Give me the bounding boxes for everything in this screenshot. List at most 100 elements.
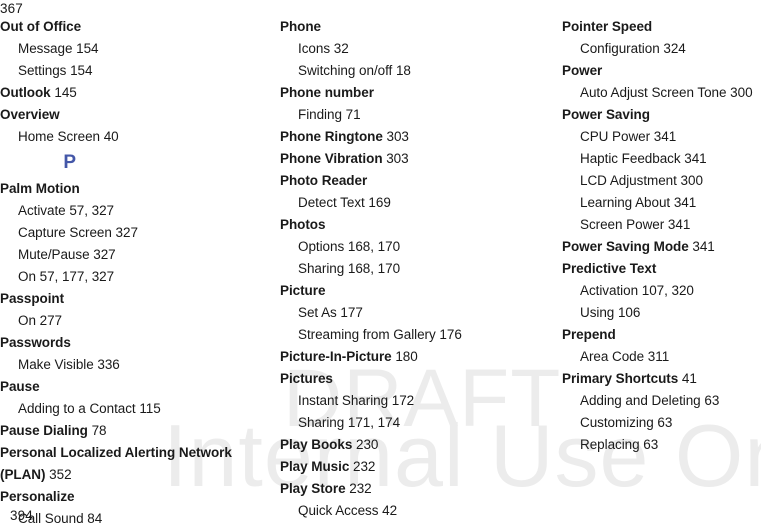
index-entry-main[interactable]: Primary Shortcuts 41: [562, 368, 761, 390]
index-entry-sub[interactable]: Call Sound 84: [0, 508, 252, 530]
index-entry-label: Out of Office: [0, 19, 82, 34]
index-entry-label: Personal Localized Alerting Network: [0, 445, 232, 460]
index-entry-main[interactable]: Phone: [280, 16, 532, 38]
index-entry-main[interactable]: Pointer Speed: [562, 16, 761, 38]
index-entry-main[interactable]: Prepend: [562, 324, 761, 346]
index-entry-sub[interactable]: Activation 107, 320: [562, 280, 761, 302]
index-entry-page-numbers: 168, 170: [344, 261, 401, 276]
index-entry-main[interactable]: Pictures: [280, 368, 532, 390]
index-entry-sub[interactable]: Detect Text 169: [280, 192, 532, 214]
index-entry-label: Power Saving Mode: [562, 239, 689, 254]
index-entry-main[interactable]: Predictive Text: [562, 258, 761, 280]
index-entry-sub[interactable]: Capture Screen 327: [0, 222, 252, 244]
index-entry-sub[interactable]: Message 154: [0, 38, 252, 60]
index-entry-sub[interactable]: Adding to a Contact 115: [0, 398, 252, 420]
index-entry-sub[interactable]: Make Visible 336: [0, 354, 252, 376]
index-entry-sub[interactable]: Screen Power 341: [562, 214, 761, 236]
index-entry-sub[interactable]: On 57, 177, 327: [0, 266, 252, 288]
index-entry-label: Play Store: [280, 481, 346, 496]
index-entry-sub[interactable]: Streaming from Gallery 176: [280, 324, 532, 346]
index-entry-sub[interactable]: LCD Adjustment 300: [562, 170, 761, 192]
index-entry-label: Phone: [280, 19, 322, 34]
index-entry-main[interactable]: Picture-In-Picture 180: [280, 346, 532, 368]
index-entry-sub[interactable]: Replacing 63: [562, 434, 761, 456]
index-entry-sub[interactable]: Area Code 311: [562, 346, 761, 368]
index-entry-label: Capture Screen: [18, 225, 112, 240]
index-entry-sub[interactable]: Options 168, 170: [280, 236, 532, 258]
index-entry-sub[interactable]: Adding and Deleting 63: [562, 390, 761, 412]
index-entry-main[interactable]: Personalize: [0, 486, 252, 508]
index-entry-page-numbers: 232: [349, 459, 376, 474]
index-entry-sub[interactable]: Instant Sharing 172: [280, 390, 532, 412]
index-entry-main[interactable]: Play Books 230: [280, 434, 532, 456]
index-entry-main[interactable]: Overview: [0, 104, 252, 126]
index-entry-sub[interactable]: Sharing 168, 170: [280, 258, 532, 280]
index-entry-page-numbers: 171, 174: [344, 415, 401, 430]
index-column-1: Out of Office Message 154 Settings 154 Outl…: [0, 16, 252, 530]
index-entry-sub[interactable]: Using 106: [562, 302, 761, 324]
index-column-2: Phone Icons 32 Switching on/off 18 Phone nu…: [280, 16, 532, 522]
index-entry-sub[interactable]: Settings 154: [0, 60, 252, 82]
index-entry-main[interactable]: Photo Reader: [280, 170, 532, 192]
index-entry-label: Adding to a Contact: [18, 401, 136, 416]
index-entry-main[interactable]: Out of Office: [0, 16, 252, 38]
index-entry-sub[interactable]: CPU Power 341: [562, 126, 761, 148]
index-entry-page-numbers: 277: [35, 313, 62, 328]
index-entry-sub[interactable]: On 277: [0, 310, 252, 332]
index-entry-page-numbers: 32: [330, 41, 349, 56]
index-entry-page-numbers: 324: [659, 41, 686, 56]
index-entry-label: Photo Reader: [280, 173, 368, 188]
index-entry-page-numbers: 303: [382, 151, 409, 166]
index-entry-main[interactable]: Personal Localized Alerting Network: [0, 442, 252, 464]
index-entry-sub[interactable]: Sharing 171, 174: [280, 412, 532, 434]
index-entry-sub[interactable]: Icons 32: [280, 38, 532, 60]
index-entry-sub[interactable]: Switching on/off 18: [280, 60, 532, 82]
index-entry-sub[interactable]: Set As 177: [280, 302, 532, 324]
index-column-3: Pointer Speed Configuration 324 Power Auto …: [562, 16, 761, 456]
index-entry-label: Finding: [298, 107, 342, 122]
index-entry-sub[interactable]: Finding 71: [280, 104, 532, 126]
index-entry-main[interactable]: Phone Ringtone 303: [280, 126, 532, 148]
index-entry-sub[interactable]: Configuration 324: [562, 38, 761, 60]
index-entry-main[interactable]: Passwords: [0, 332, 252, 354]
index-entry-main[interactable]: Pause Dialing 78: [0, 420, 252, 442]
index-entry-label: Set As: [298, 305, 337, 320]
index-entry-label: Learning About: [580, 195, 671, 210]
index-entry-label: CPU Power: [580, 129, 651, 144]
index-entry-label: Haptic Feedback: [580, 151, 681, 166]
index-entry-label: On: [18, 269, 36, 284]
index-entry-page-numbers: 154: [72, 41, 99, 56]
index-letter-divider: P: [0, 148, 252, 178]
index-entry-sub[interactable]: Haptic Feedback 341: [562, 148, 761, 170]
index-entry-main[interactable]: Passpoint: [0, 288, 252, 310]
index-entry-main[interactable]: Power: [562, 60, 761, 82]
index-entry-main[interactable]: Phone Vibration 303: [280, 148, 532, 170]
index-entry-page-numbers: 180: [391, 349, 418, 364]
index-entry-page-numbers: 42: [378, 503, 398, 518]
index-entry-label: Pause: [0, 379, 40, 394]
index-entry-sub[interactable]: Mute/Pause 327: [0, 244, 252, 266]
index-entry-sub[interactable]: Quick Access 42: [280, 500, 532, 522]
index-entry-main[interactable]: Photos: [280, 214, 532, 236]
index-entry-sub[interactable]: Auto Adjust Screen Tone 300: [562, 82, 761, 104]
index-entry-main[interactable]: Palm Motion: [0, 178, 252, 200]
index-entry-main[interactable]: Picture: [280, 280, 532, 302]
index-entry-main[interactable]: Pause: [0, 376, 252, 398]
index-entry-page-numbers: 63: [639, 437, 659, 452]
index-entry-main[interactable]: (PLAN) 352: [0, 464, 252, 486]
index-entry-main[interactable]: Phone number: [280, 82, 532, 104]
index-entry-sub[interactable]: Learning About 341: [562, 192, 761, 214]
index-entry-page-numbers: 341: [688, 239, 715, 254]
index-entry-main[interactable]: Play Store 232: [280, 478, 532, 500]
index-entry-sub[interactable]: Customizing 63: [562, 412, 761, 434]
index-entry-page-numbers: 169: [364, 195, 391, 210]
index-entry-page-numbers: 106: [614, 305, 641, 320]
index-entry-main[interactable]: Outlook 145: [0, 82, 252, 104]
index-entry-main[interactable]: Power Saving Mode 341: [562, 236, 761, 258]
index-entry-sub[interactable]: Home Screen 40: [0, 126, 252, 148]
index-entry-sub[interactable]: Activate 57, 327: [0, 200, 252, 222]
index-entry-label: Configuration: [580, 41, 660, 56]
index-entry-main[interactable]: Play Music 232: [280, 456, 532, 478]
index-entry-main[interactable]: Power Saving: [562, 104, 761, 126]
index-page: 367 Out of Office Message 154 Settings 154…: [0, 0, 761, 526]
